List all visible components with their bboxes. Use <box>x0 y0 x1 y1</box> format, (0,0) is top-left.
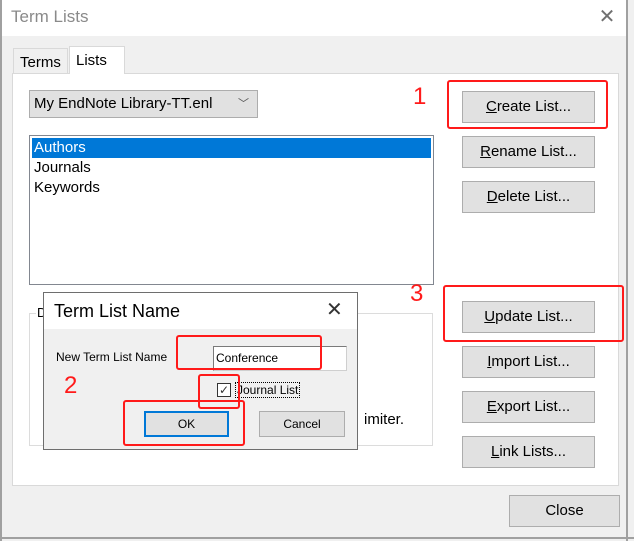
window-border-bottom <box>0 537 634 539</box>
term-lists-listbox[interactable]: Authors Journals Keywords <box>29 135 434 285</box>
button-label: ename List... <box>490 143 577 160</box>
dialog-title: Term List Name <box>54 301 181 321</box>
accel-key: R <box>480 143 491 160</box>
window-title: Term Lists <box>11 7 89 26</box>
library-select[interactable]: My EndNote Library-TT.enl ﹀ <box>29 90 258 118</box>
accel-key: D <box>486 188 498 205</box>
annotation-box-create <box>447 80 608 129</box>
annotation-step-2: 2 <box>64 372 78 399</box>
journal-list-checkbox-label[interactable]: Journal List <box>235 382 301 398</box>
group-box-text: imiter. <box>364 411 405 428</box>
window-border-left <box>0 0 2 541</box>
rename-list-button[interactable]: Rename List... <box>462 136 595 168</box>
annotation-box-update <box>443 285 624 342</box>
list-item-authors[interactable]: Authors <box>32 138 431 158</box>
annotation-box-ok <box>123 400 245 446</box>
export-list-button[interactable]: Export List... <box>462 391 595 423</box>
chevron-down-icon: ﹀ <box>238 98 249 110</box>
tab-lists[interactable]: Lists <box>69 46 125 74</box>
accel-key: E <box>486 398 497 415</box>
annotation-step-3: 3 <box>410 280 424 307</box>
button-label: xport List... <box>496 398 571 415</box>
dialog-title-bar: Term List Name ✕ <box>44 293 357 329</box>
window-border-right <box>626 0 628 541</box>
button-label: mport List... <box>491 353 570 370</box>
close-button[interactable]: Close <box>509 495 620 527</box>
term-lists-window: Term Lists ✕ Terms Lists My EndNote Libr… <box>0 0 634 541</box>
delete-list-button[interactable]: Delete List... <box>462 181 595 213</box>
dialog-close-icon[interactable]: ✕ <box>326 299 343 321</box>
annotation-step-1: 1 <box>413 83 427 110</box>
list-item-journals[interactable]: Journals <box>32 158 431 178</box>
tab-terms[interactable]: Terms <box>13 48 68 73</box>
link-lists-button[interactable]: Link Lists... <box>462 436 595 468</box>
term-list-name-dialog: Term List Name ✕ New Term List Name Conf… <box>43 292 358 450</box>
button-label: ink Lists... <box>499 443 567 460</box>
annotation-box-name-field <box>176 335 322 370</box>
import-list-button[interactable]: Import List... <box>462 346 595 378</box>
list-item-keywords[interactable]: Keywords <box>32 178 431 198</box>
close-icon[interactable]: ✕ <box>596 6 618 28</box>
library-select-value: My EndNote Library-TT.enl <box>34 95 213 112</box>
cancel-button[interactable]: Cancel <box>259 411 345 437</box>
new-term-list-name-label: New Term List Name <box>56 350 168 364</box>
button-label: elete List... <box>497 188 571 205</box>
title-bar: Term Lists ✕ <box>0 0 626 36</box>
